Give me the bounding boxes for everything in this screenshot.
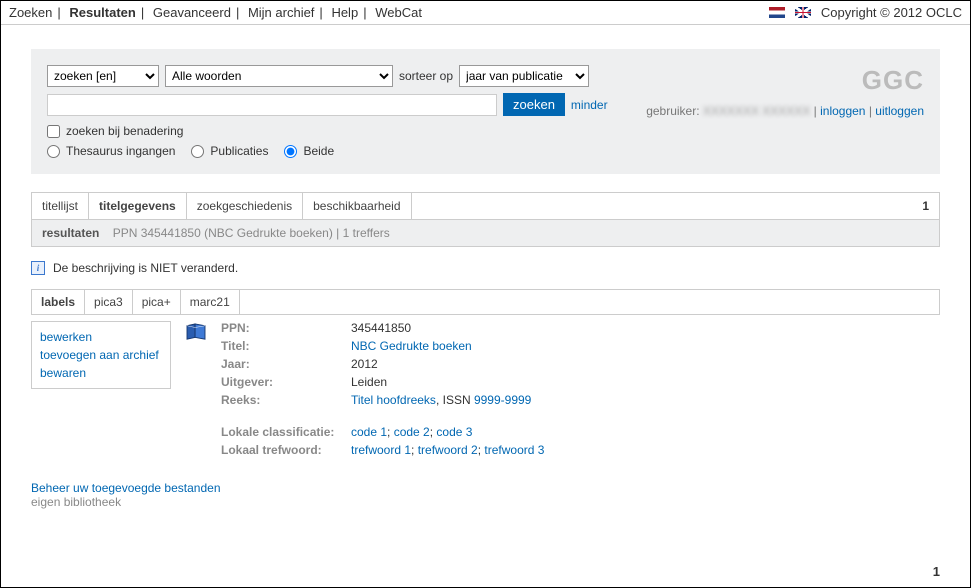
actions-box: bewerken toevoegen aan archief bewaren (31, 321, 171, 389)
top-bar: Zoeken| Resultaten| Geavanceerd| Mijn ar… (1, 1, 970, 25)
tab-titelgegevens[interactable]: titelgegevens (89, 193, 187, 219)
search-input[interactable] (47, 94, 497, 116)
sort-select[interactable]: jaar van publicatie (459, 65, 589, 87)
action-bewerken[interactable]: bewerken (40, 328, 162, 346)
copyright: Copyright © 2012 OCLC (821, 5, 962, 20)
fmt-pica3[interactable]: pica3 (85, 290, 133, 314)
notice: i De beschrijving is NIET veranderd. (31, 261, 940, 275)
eigen-bib: eigen bibliotheek (31, 495, 121, 509)
notice-text: De beschrijving is NIET veranderd. (53, 261, 238, 275)
nav-mijn-archief[interactable]: Mijn archief (248, 5, 314, 20)
label-uitgever: Uitgever: (221, 375, 351, 389)
beheer-link[interactable]: Beheer uw toegevoegde bestanden (31, 481, 221, 495)
radio-thesaurus[interactable] (47, 145, 60, 158)
record-fields: PPN:345441850 Titel:NBC Gedrukte boeken … (221, 321, 940, 461)
result-label: resultaten (42, 226, 99, 240)
search-button[interactable]: zoeken (503, 93, 565, 116)
value-jaar: 2012 (351, 357, 378, 371)
action-bewaren[interactable]: bewaren (40, 364, 162, 382)
page-number: 1 (933, 564, 940, 579)
flag-gb-icon[interactable] (795, 7, 811, 18)
label-trefwoord: Lokaal trefwoord: (221, 443, 351, 457)
label-ppn: PPN: (221, 321, 351, 335)
code3[interactable]: code 3 (436, 425, 472, 439)
value-uitgever: Leiden (351, 375, 387, 389)
value-reeks-link[interactable]: Titel hoofdreeks (351, 393, 436, 407)
code1[interactable]: code 1 (351, 425, 387, 439)
nav-zoeken[interactable]: Zoeken (9, 5, 52, 20)
radio-publicaties[interactable] (191, 145, 204, 158)
tab-zoekgeschiedenis[interactable]: zoekgeschiedenis (187, 193, 303, 219)
label-classificatie: Lokale classificatie: (221, 425, 351, 439)
nav-geavanceerd[interactable]: Geavanceerd (153, 5, 231, 20)
search-scope-select[interactable]: zoeken [en] (47, 65, 159, 87)
nav-help[interactable]: Help (331, 5, 358, 20)
value-reeks-issn[interactable]: 9999-9999 (474, 393, 531, 407)
inloggen-link[interactable]: inloggen (820, 104, 865, 118)
radio-thesaurus-label: Thesaurus ingangen (66, 144, 175, 158)
fmt-labels[interactable]: labels (32, 290, 85, 314)
result-bar: resultaten PPN 345441850 (NBC Gedrukte b… (31, 220, 940, 247)
label-jaar: Jaar: (221, 357, 351, 371)
tab-beschikbaarheid[interactable]: beschikbaarheid (303, 193, 411, 219)
uitloggen-link[interactable]: uitloggen (875, 104, 924, 118)
search-words-select[interactable]: Alle woorden (165, 65, 393, 87)
top-nav: Zoeken| Resultaten| Geavanceerd| Mijn ar… (9, 5, 422, 20)
nav-webcat[interactable]: WebCat (375, 5, 422, 20)
label-titel: Titel: (221, 339, 351, 353)
tref2[interactable]: trefwoord 2 (418, 443, 478, 457)
result-text: PPN 345441850 (NBC Gedrukte boeken) | 1 … (113, 226, 390, 240)
tab-titellijst[interactable]: titellijst (32, 193, 89, 219)
search-panel: zoeken [en] Alle woorden sorteer op jaar… (31, 49, 940, 174)
value-reeks-mid: , ISSN (436, 393, 474, 407)
approx-checkbox[interactable] (47, 125, 60, 138)
book-icon (185, 321, 207, 461)
nav-resultaten[interactable]: Resultaten (69, 5, 135, 20)
logo: GGC (646, 65, 924, 96)
flag-nl-icon[interactable] (769, 7, 785, 18)
value-ppn: 345441850 (351, 321, 411, 335)
result-tabs: titellijst titelgegevens zoekgeschiedeni… (31, 192, 940, 220)
user-label: gebruiker: (646, 104, 699, 118)
fmt-picaplus[interactable]: pica+ (133, 290, 181, 314)
sort-label: sorteer op (399, 69, 453, 83)
radio-publicaties-label: Publicaties (210, 144, 268, 158)
action-toevoegen[interactable]: toevoegen aan archief (40, 346, 162, 364)
user-name-blurred: XXXXXXX XXXXXX (703, 104, 810, 118)
code2[interactable]: code 2 (394, 425, 430, 439)
tab-count: 1 (912, 193, 939, 219)
info-icon: i (31, 261, 45, 275)
label-reeks: Reeks: (221, 393, 351, 407)
fmt-marc21[interactable]: marc21 (181, 290, 240, 314)
radio-beide-label: Beide (303, 144, 334, 158)
tref3[interactable]: trefwoord 3 (484, 443, 544, 457)
value-titel[interactable]: NBC Gedrukte boeken (351, 339, 472, 353)
minder-link[interactable]: minder (571, 98, 608, 112)
format-tabs: labels pica3 pica+ marc21 (31, 289, 940, 315)
tref1[interactable]: trefwoord 1 (351, 443, 411, 457)
radio-beide[interactable] (284, 145, 297, 158)
approx-label: zoeken bij benadering (66, 124, 183, 138)
